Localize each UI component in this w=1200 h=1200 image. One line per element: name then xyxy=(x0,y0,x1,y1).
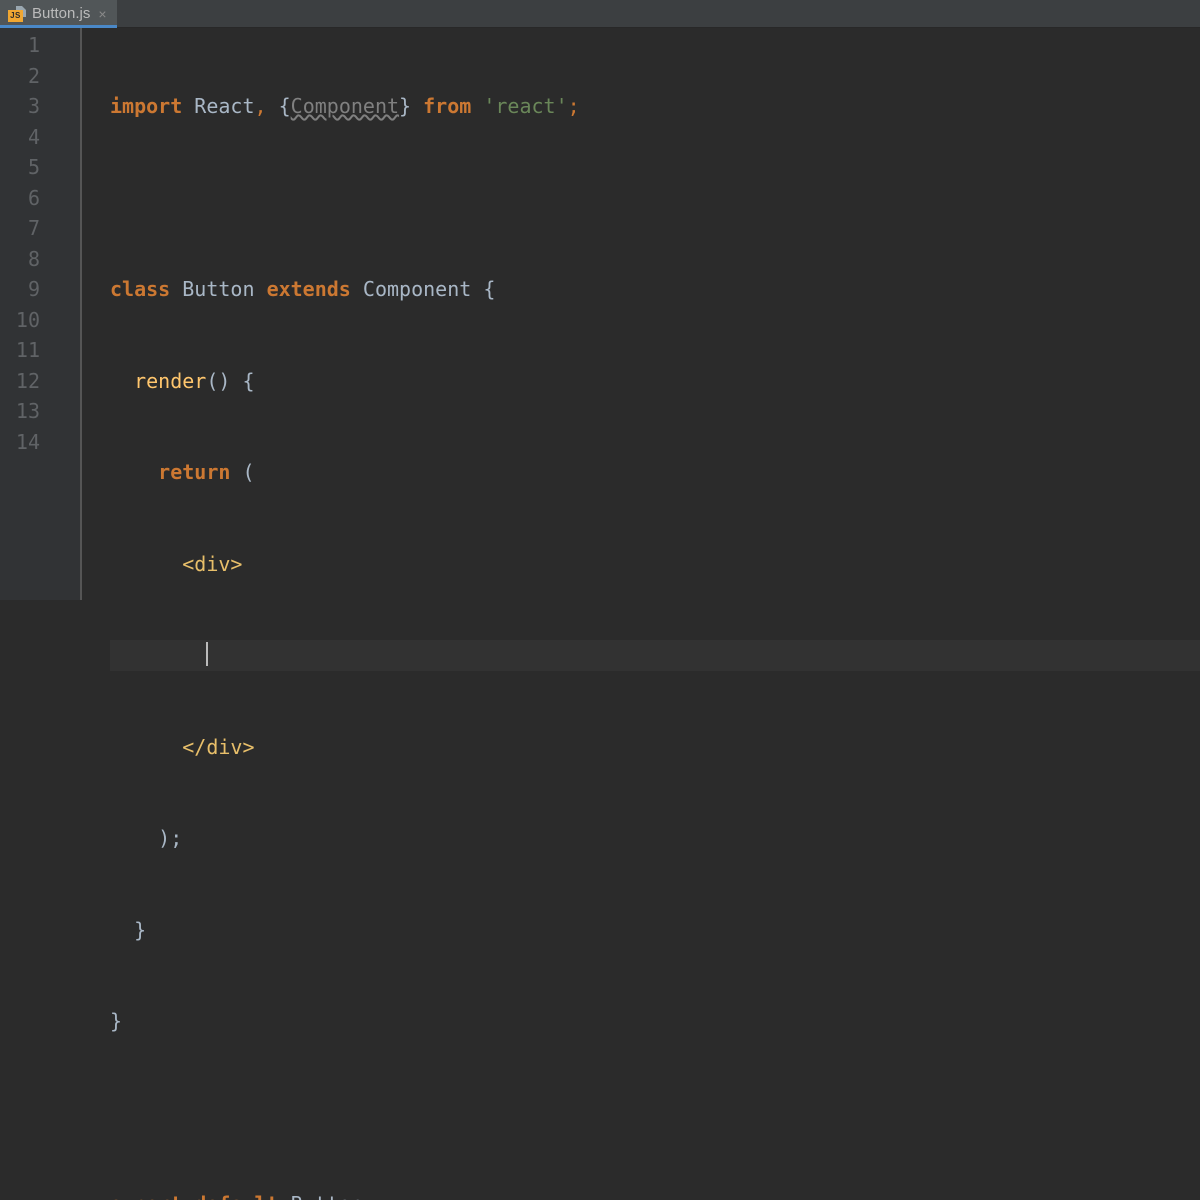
brace: { xyxy=(483,277,495,301)
brace: } xyxy=(110,1009,122,1033)
line-number: 5 xyxy=(0,152,40,183)
line-number: 2 xyxy=(0,61,40,92)
keyword: export xyxy=(110,1192,182,1200)
line-number: 1 xyxy=(0,30,40,61)
editor: 1 2 3 4 5 6 7 8 9 10 11 12 13 14 import … xyxy=(0,28,1200,600)
identifier: React xyxy=(194,94,254,118)
code-line[interactable]: class Button extends Component { xyxy=(110,274,1200,305)
brace: { xyxy=(279,94,291,118)
paren: ( xyxy=(242,460,254,484)
line-number: 3 xyxy=(0,91,40,122)
line-number: 9 xyxy=(0,274,40,305)
line-number: 4 xyxy=(0,122,40,153)
code-line[interactable]: export default Button; xyxy=(110,1189,1200,1200)
parens: () xyxy=(206,369,230,393)
method-name: render xyxy=(134,369,206,393)
line-number: 8 xyxy=(0,244,40,275)
code-line[interactable]: </div> xyxy=(110,732,1200,763)
brace: } xyxy=(134,918,146,942)
code-line[interactable]: } xyxy=(110,915,1200,946)
code-line-active[interactable] xyxy=(110,640,1200,671)
code-line[interactable]: <div> xyxy=(110,549,1200,580)
js-file-icon: JS xyxy=(8,6,26,22)
code-line[interactable]: } xyxy=(110,1006,1200,1037)
identifier: Button xyxy=(291,1192,363,1200)
breakpoint-gutter[interactable] xyxy=(50,28,80,600)
tab-filename: Button.js xyxy=(32,5,90,22)
unused-import: Component xyxy=(291,94,399,118)
line-number: 12 xyxy=(0,366,40,397)
jsx-tag: </div> xyxy=(182,735,254,759)
gutter-separator xyxy=(80,28,110,600)
punct: ; xyxy=(363,1192,375,1200)
tab-bar: JS Button.js × xyxy=(0,0,1200,28)
code-line[interactable]: return ( xyxy=(110,457,1200,488)
identifier: Component xyxy=(363,277,471,301)
string: 'react' xyxy=(483,94,567,118)
text-caret xyxy=(206,642,208,666)
file-tab[interactable]: JS Button.js × xyxy=(0,0,117,27)
punct: ); xyxy=(158,826,182,850)
line-number: 11 xyxy=(0,335,40,366)
code-line[interactable]: ); xyxy=(110,823,1200,854)
close-icon[interactable]: × xyxy=(96,7,106,21)
line-number: 13 xyxy=(0,396,40,427)
keyword: import xyxy=(110,94,182,118)
code-area[interactable]: import React, {Component} from 'react'; … xyxy=(110,28,1200,600)
code-line[interactable] xyxy=(110,183,1200,214)
code-line[interactable]: import React, {Component} from 'react'; xyxy=(110,91,1200,122)
jsx-tag: <div> xyxy=(182,552,242,576)
keyword: extends xyxy=(267,277,351,301)
brace: { xyxy=(242,369,254,393)
keyword: default xyxy=(194,1192,278,1200)
line-number: 7 xyxy=(0,213,40,244)
punct: , xyxy=(255,94,267,118)
code-line[interactable]: render() { xyxy=(110,366,1200,397)
keyword: return xyxy=(158,460,230,484)
line-number: 14 xyxy=(0,427,40,458)
line-number-gutter[interactable]: 1 2 3 4 5 6 7 8 9 10 11 12 13 14 xyxy=(0,28,50,600)
line-number: 6 xyxy=(0,183,40,214)
line-number: 10 xyxy=(0,305,40,336)
identifier: Button xyxy=(182,277,254,301)
code-line[interactable] xyxy=(110,1098,1200,1129)
brace: } xyxy=(399,94,411,118)
active-tab-indicator xyxy=(0,25,117,28)
punct: ; xyxy=(568,94,580,118)
keyword: from xyxy=(423,94,471,118)
keyword: class xyxy=(110,277,170,301)
indent xyxy=(110,643,206,667)
